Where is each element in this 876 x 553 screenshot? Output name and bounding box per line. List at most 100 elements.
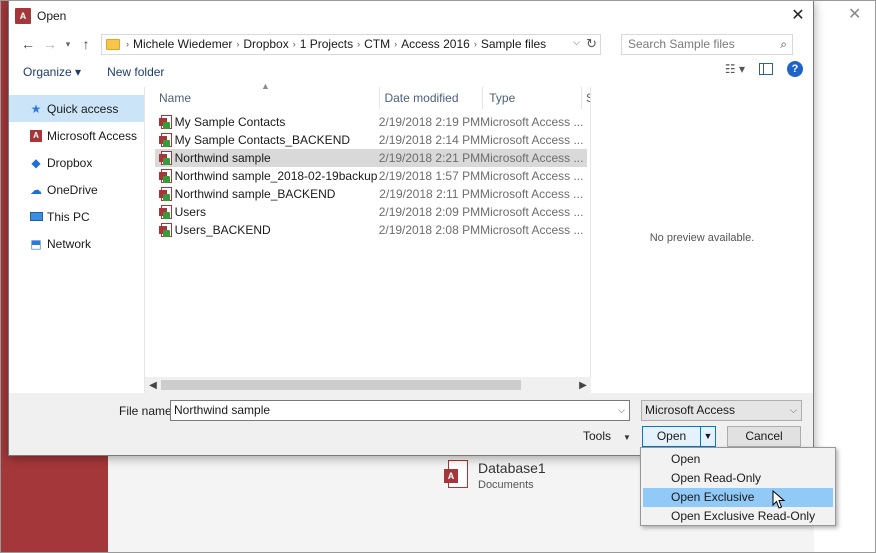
menu-item-open-exclusive[interactable]: Open Exclusive [643, 488, 833, 507]
access-database-file-icon [159, 187, 172, 201]
refresh-icon[interactable]: ↻ [586, 36, 597, 52]
file-date-modified: 2/19/2018 2:19 PM [378, 115, 481, 129]
nav-item-label: OneDrive [47, 182, 98, 197]
open-split-button[interactable]: Open ▼ [642, 426, 716, 447]
menu-item-open[interactable]: Open [643, 450, 833, 469]
file-name-value: Northwind sample [174, 403, 271, 417]
search-icon[interactable]: ⌕ [780, 37, 787, 52]
organize-button[interactable]: Organize ▾ [23, 65, 81, 79]
nav-item-microsoft-access[interactable]: A Microsoft Access [9, 122, 144, 149]
file-list: ▲ Name Date modified Type S My Sample Co… [145, 81, 591, 393]
tools-button[interactable]: Tools ▼ [583, 429, 631, 443]
file-name: Users [174, 205, 206, 219]
file-date-modified: 2/19/2018 2:21 PM [378, 151, 481, 165]
file-name: Northwind sample [174, 151, 271, 165]
search-placeholder: Search Sample files [628, 37, 735, 51]
search-input[interactable]: Search Sample files ⌕ [621, 33, 793, 55]
column-header-size[interactable]: S [582, 87, 590, 109]
column-header-type[interactable]: Type [483, 87, 583, 109]
onedrive-icon: ☁ [30, 182, 42, 197]
cancel-button[interactable]: Cancel [727, 426, 801, 447]
breadcrumb-item[interactable]: Dropbox [243, 37, 288, 51]
up-arrow-icon[interactable]: ↑ [75, 36, 97, 52]
back-arrow-icon[interactable]: ← [17, 36, 39, 52]
star-icon: ★ [30, 101, 42, 116]
file-type: Microsoft Access ... [480, 115, 584, 129]
breadcrumb-item[interactable]: Michele Wiedemer [133, 37, 232, 51]
scrollbar-thumb[interactable] [161, 380, 521, 390]
file-row[interactable]: Users 2/19/2018 2:09 PM Microsoft Access .… [155, 203, 587, 221]
column-headers: ▲ Name Date modified Type S [145, 81, 590, 109]
address-bar[interactable]: › Michele Wiedemer › Dropbox › 1 Project… [101, 33, 601, 55]
nav-item-label: This PC [47, 209, 90, 224]
tools-label: Tools [583, 429, 612, 443]
dialog-titlebar: A Open ✕ [9, 1, 813, 31]
access-database-file-icon [159, 133, 172, 147]
navigation-pane: ★ Quick access A Microsoft Access ◆ Drop… [9, 87, 145, 393]
address-dropdown-icon[interactable]: ⌵ [573, 37, 580, 48]
access-database-file-icon [159, 115, 172, 129]
nav-item-network[interactable]: ⬒ Network [9, 230, 144, 257]
recent-database-item[interactable]: A Database1 Documents [444, 460, 546, 491]
preview-message: No preview available. [649, 232, 755, 244]
breadcrumb-item[interactable]: Sample files [481, 37, 546, 51]
open-options-menu: Open Open Read-Only Open Exclusive Open … [640, 447, 836, 526]
breadcrumb-item[interactable]: 1 Projects [300, 37, 353, 51]
new-folder-button[interactable]: New folder [107, 65, 164, 79]
nav-item-dropbox[interactable]: ◆ Dropbox [9, 149, 144, 176]
preview-pane-icon[interactable] [759, 63, 773, 75]
horizontal-scrollbar[interactable]: ◀ ▶ [145, 377, 591, 393]
menu-item-open-read-only[interactable]: Open Read-Only [643, 469, 833, 488]
access-database-file-icon [159, 169, 172, 183]
file-row[interactable]: My Sample Contacts_BACKEND 2/19/2018 2:14… [155, 131, 587, 149]
file-row[interactable]: My Sample Contacts 2/19/2018 2:19 PM Micro… [155, 113, 587, 131]
open-dropdown-arrow-icon[interactable]: ▼ [701, 427, 715, 446]
breadcrumb-separator-icon: › [394, 39, 398, 49]
file-type-select[interactable]: Microsoft Access ⌵ [641, 400, 802, 421]
change-view-icon[interactable]: ☷ ▾ [725, 62, 745, 76]
help-icon[interactable]: ? [787, 61, 803, 77]
file-row[interactable]: Northwind sample_BACKEND 2/19/2018 2:11 P… [155, 185, 587, 203]
file-date-modified: 2/19/2018 2:08 PM [378, 223, 481, 237]
breadcrumb-item[interactable]: CTM [364, 37, 390, 51]
file-row[interactable]: Northwind sample 2/19/2018 2:21 PM Microso… [155, 149, 587, 167]
file-type: Microsoft Access ... [480, 223, 584, 237]
dialog-content: ★ Quick access A Microsoft Access ◆ Drop… [9, 81, 813, 393]
backstage-close-icon[interactable]: ✕ [848, 4, 861, 24]
access-database-file-icon [159, 223, 172, 237]
nav-item-onedrive[interactable]: ☁ OneDrive [9, 176, 144, 203]
dialog-title: Open [37, 9, 67, 23]
file-row[interactable]: Users_BACKEND 2/19/2018 2:08 PM Microsoft … [155, 221, 587, 239]
nav-item-label: Microsoft Access [47, 128, 138, 143]
file-name-input[interactable]: Northwind sample ⌵ [170, 400, 630, 421]
breadcrumb-separator-icon: › [126, 39, 129, 49]
scroll-right-icon[interactable]: ▶ [575, 380, 591, 391]
dialog-footer: File name: Northwind sample ⌵ Microsoft … [9, 393, 813, 455]
breadcrumb-separator-icon: › [473, 39, 477, 49]
recent-locations-chevron-icon[interactable]: ▾ [61, 39, 75, 50]
nav-item-quick-access[interactable]: ★ Quick access [9, 95, 144, 122]
nav-item-label: Dropbox [47, 155, 93, 170]
column-header-date-modified[interactable]: Date modified [380, 87, 484, 109]
scroll-left-icon[interactable]: ◀ [145, 380, 161, 391]
file-date-modified: 2/19/2018 2:14 PM [378, 133, 481, 147]
access-file-icon: A [444, 460, 468, 488]
access-app-icon: A [15, 8, 31, 24]
open-button[interactable]: Open [643, 427, 701, 446]
access-database-file-icon [159, 151, 172, 165]
nav-item-label: Network [47, 236, 92, 251]
breadcrumb-separator-icon: › [357, 39, 361, 49]
file-row[interactable]: Northwind sample_2018-02-19backup 2/19/20… [155, 167, 587, 185]
nav-item-this-pc[interactable]: This PC [9, 203, 144, 230]
sort-ascending-icon: ▲ [261, 81, 270, 91]
forward-arrow-icon[interactable]: → [39, 36, 61, 52]
breadcrumb-separator-icon: › [292, 39, 296, 49]
menu-item-open-exclusive-read-only[interactable]: Open Exclusive Read-Only [643, 507, 833, 526]
file-type-value: Microsoft Access [645, 403, 736, 417]
file-name-dropdown-icon[interactable]: ⌵ [618, 401, 625, 420]
command-toolbar: Organize ▾ New folder [9, 57, 813, 87]
network-icon: ⬒ [30, 236, 42, 251]
dialog-close-icon[interactable]: ✕ [787, 5, 809, 27]
breadcrumb-item[interactable]: Access 2016 [401, 37, 470, 51]
file-type: Microsoft Access ... [479, 187, 584, 201]
